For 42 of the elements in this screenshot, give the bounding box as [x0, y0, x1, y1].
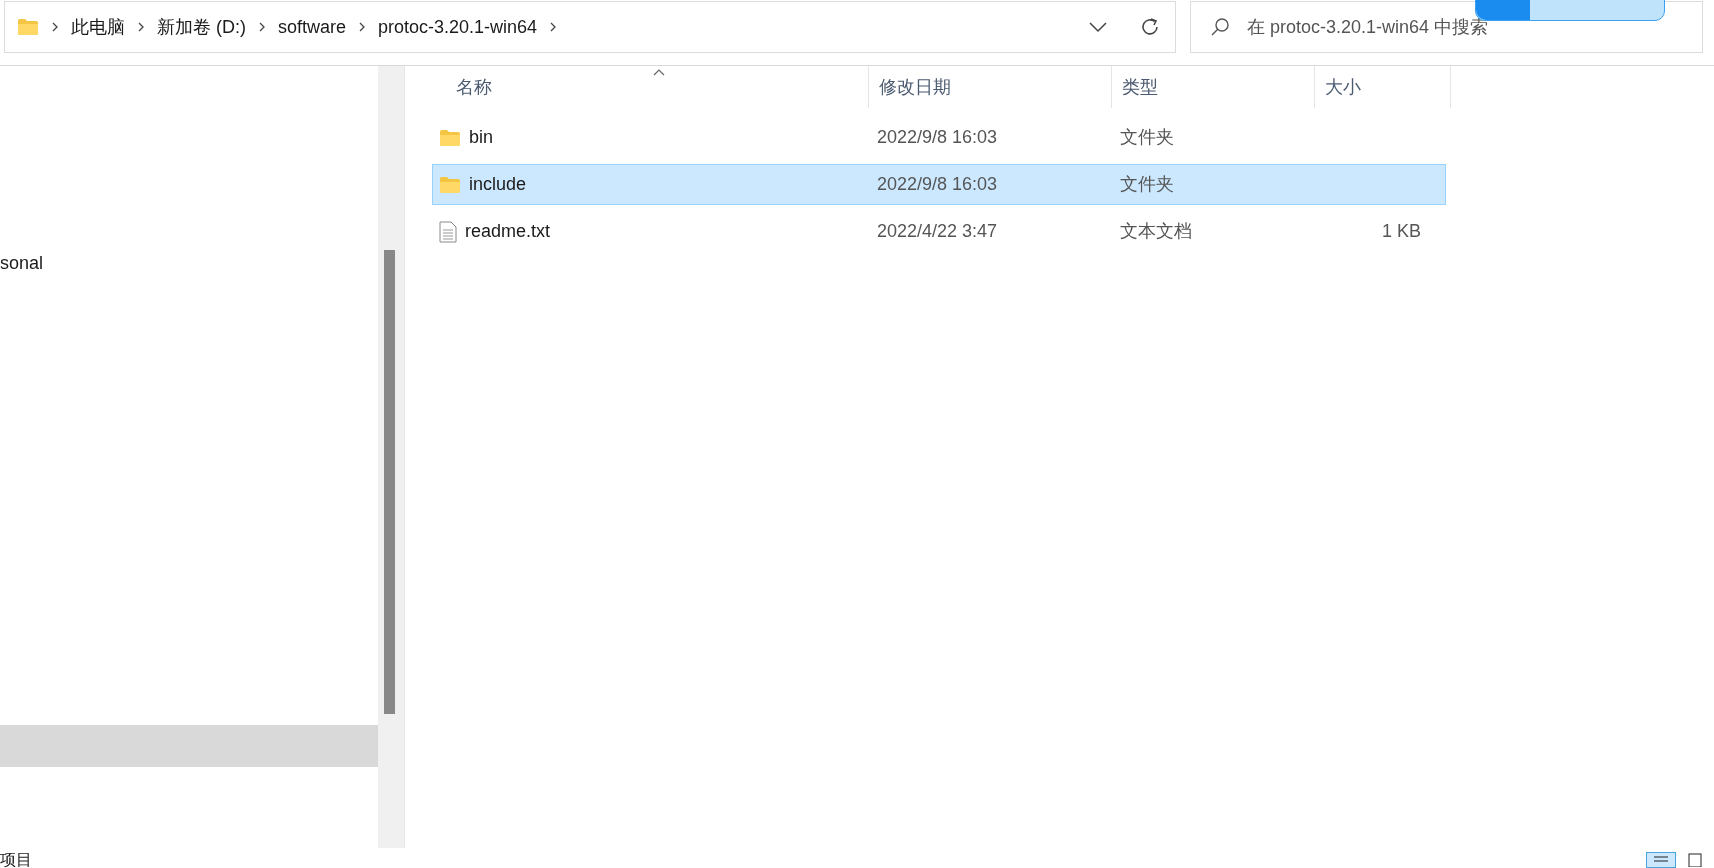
folder-icon — [17, 18, 39, 36]
dropdown-icon[interactable] — [1089, 21, 1107, 33]
text-file-icon — [439, 220, 457, 243]
file-name: bin — [469, 126, 494, 149]
file-row[interactable]: include 2022/9/8 16:03 文件夹 — [432, 164, 1446, 205]
file-name: include — [469, 173, 527, 196]
scrollbar-thumb[interactable] — [384, 250, 395, 714]
modified-date: 2022/9/8 16:03 — [876, 173, 999, 196]
column-header[interactable]: 修改日期 — [869, 66, 1112, 108]
chevron-right-icon — [549, 21, 558, 33]
breadcrumb[interactable]: software — [278, 13, 347, 41]
folder-icon — [439, 175, 461, 194]
column-header[interactable]: 大小 — [1315, 66, 1451, 108]
column-header[interactable]: 类型 — [1112, 66, 1315, 108]
file-row[interactable]: readme.txt 2022/4/22 3:47 文本文档 1 KB — [432, 211, 1446, 252]
file-type: 文件夹 — [1119, 126, 1175, 149]
sort-ascending-icon — [653, 68, 665, 76]
file-size: 1 KB — [1381, 220, 1421, 243]
search-field[interactable]: 在 protoc-3.20.1-win64 中搜索 — [1190, 1, 1703, 53]
modified-date: 2022/4/22 3:47 — [876, 220, 999, 243]
details-view-button[interactable] — [1646, 852, 1676, 868]
status-text: 项目 — [0, 852, 32, 868]
breadcrumb[interactable]: protoc-3.20.1-win64 — [378, 13, 538, 41]
sidebar-item[interactable]: sonal — [0, 242, 378, 284]
chevron-right-icon — [137, 21, 145, 33]
list-icon — [1653, 855, 1669, 865]
breadcrumb[interactable]: 新加卷 (D:) — [157, 13, 246, 41]
column-header[interactable]: 名称 — [432, 66, 869, 108]
file-type: 文件夹 — [1119, 173, 1175, 196]
file-type: 文本文档 — [1119, 220, 1193, 243]
chevron-right-icon — [51, 21, 59, 33]
chevron-right-icon — [358, 21, 367, 33]
modified-date: 2022/9/8 16:03 — [876, 126, 999, 149]
scrollbar[interactable] — [378, 66, 404, 848]
breadcrumb[interactable]: 此电脑 — [71, 13, 125, 41]
refresh-icon[interactable] — [1139, 16, 1161, 38]
chevron-right-icon — [258, 21, 266, 33]
file-name: readme.txt — [465, 220, 551, 243]
folder-icon — [439, 128, 461, 147]
file-row[interactable]: bin 2022/9/8 16:03 文件夹 — [432, 117, 1446, 158]
address-bar[interactable]: 此电脑 新加卷 (D:) software protoc-3.20.1-win64 — [4, 1, 1176, 53]
search-icon — [1210, 17, 1230, 37]
